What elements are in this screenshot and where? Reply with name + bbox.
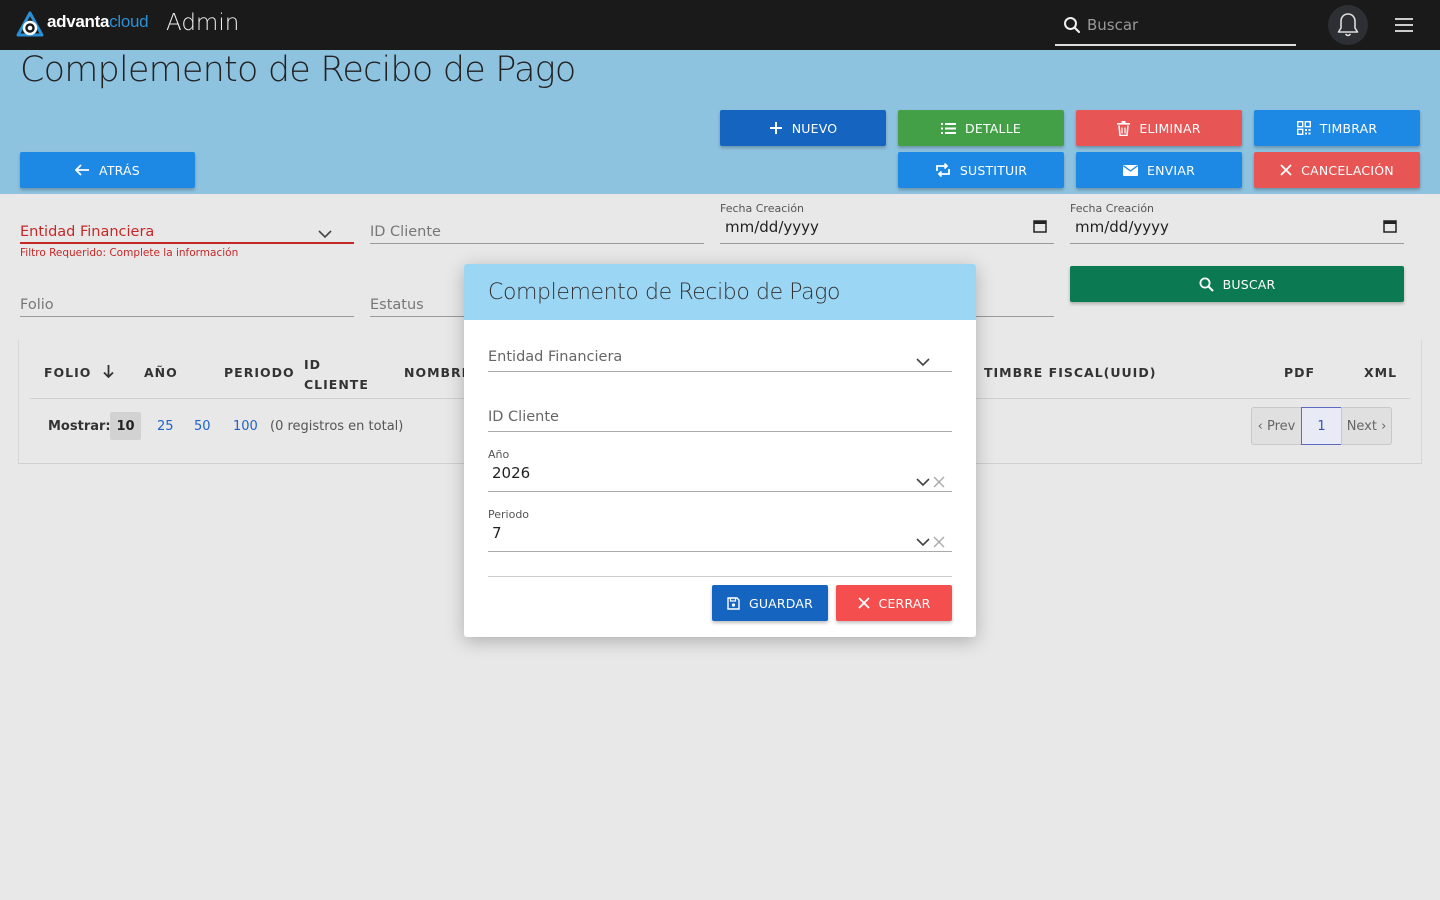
modal-anio-select[interactable]: Año 2026 bbox=[488, 448, 952, 492]
total-records-text: (0 registros en total) bbox=[270, 419, 404, 434]
guardar-button-label: GUARDAR bbox=[748, 595, 814, 611]
modal-anio-value: 2026 bbox=[492, 464, 531, 482]
qr-code-icon bbox=[1296, 121, 1311, 135]
global-search[interactable] bbox=[1055, 6, 1296, 46]
atras-button[interactable]: ATRÁS bbox=[20, 152, 195, 188]
id-cliente-field[interactable]: ID Cliente bbox=[370, 214, 704, 244]
enviar-button-label: ENVIAR bbox=[1147, 162, 1195, 178]
atras-button-label: ATRÁS bbox=[99, 162, 140, 178]
sort-arrow-down-icon bbox=[103, 365, 114, 379]
modal-periodo-value: 7 bbox=[492, 524, 502, 542]
list-icon bbox=[941, 122, 957, 134]
column-header-periodo[interactable]: PERIODO bbox=[224, 365, 295, 380]
cancelacion-button[interactable]: CANCELACIÓN bbox=[1254, 152, 1420, 188]
nuevo-button[interactable]: NUEVO bbox=[720, 110, 886, 146]
buscar-button[interactable]: BUSCAR bbox=[1070, 266, 1404, 302]
trash-icon bbox=[1117, 120, 1131, 136]
calendar-icon[interactable] bbox=[1033, 219, 1047, 233]
page-title: Complemento de Recibo de Pago bbox=[20, 50, 576, 90]
modal-title: Complemento de Recibo de Pago bbox=[488, 280, 841, 305]
envelope-icon bbox=[1123, 164, 1139, 176]
search-icon bbox=[1064, 17, 1081, 34]
eliminar-button[interactable]: ELIMINAR bbox=[1076, 110, 1242, 146]
timbrar-button[interactable]: TIMBRAR bbox=[1254, 110, 1420, 146]
mostrar-label: Mostrar: bbox=[48, 419, 111, 434]
bell-icon bbox=[1337, 13, 1359, 37]
sustituir-button[interactable]: SUSTITUIR bbox=[898, 152, 1064, 188]
fecha-creacion-start-input[interactable]: mm/dd/yyyy bbox=[720, 214, 1054, 244]
column-header-xml[interactable]: XML bbox=[1364, 365, 1397, 380]
page-size-25[interactable]: 25 bbox=[157, 419, 174, 434]
column-header-anio[interactable]: AÑO bbox=[144, 365, 178, 380]
pagination-next[interactable]: Next › bbox=[1341, 407, 1392, 445]
search-icon bbox=[1199, 277, 1214, 292]
timbrar-button-label: TIMBRAR bbox=[1319, 120, 1378, 136]
sustituir-button-label: SUSTITUIR bbox=[959, 162, 1028, 178]
column-header-pdf[interactable]: PDF bbox=[1284, 365, 1315, 380]
advantacloud-logo-icon[interactable] bbox=[15, 11, 45, 39]
page-size-50[interactable]: 50 bbox=[194, 419, 211, 434]
column-header-cliente[interactable]: CLIENTE bbox=[304, 377, 369, 392]
estatus-placeholder: Estatus bbox=[370, 297, 424, 313]
clear-icon[interactable] bbox=[933, 536, 945, 548]
modal-id-cliente-placeholder: ID Cliente bbox=[488, 409, 559, 425]
eliminar-button-label: ELIMINAR bbox=[1139, 120, 1201, 136]
cancelacion-button-label: CANCELACIÓN bbox=[1301, 162, 1394, 178]
close-icon bbox=[857, 597, 870, 609]
entidad-financiera-select[interactable]: Entidad Financiera bbox=[20, 214, 354, 244]
enviar-button[interactable]: ENVIAR bbox=[1076, 152, 1242, 188]
brand-logo-text[interactable]: advantacloud bbox=[47, 12, 149, 32]
pagination-page-1[interactable]: 1 bbox=[1301, 407, 1342, 445]
calendar-icon[interactable] bbox=[1383, 219, 1397, 233]
fecha-creacion-end-input[interactable]: mm/dd/yyyy bbox=[1070, 214, 1404, 244]
brand-name-part-2: cloud bbox=[109, 12, 149, 31]
hamburger-menu-icon bbox=[1395, 18, 1413, 32]
cerrar-button-label: CERRAR bbox=[878, 595, 931, 611]
notifications-button[interactable] bbox=[1328, 5, 1368, 45]
chevron-down-icon bbox=[916, 358, 930, 367]
fecha-creacion-start-value: mm/dd/yyyy bbox=[725, 218, 819, 236]
column-header-folio[interactable]: FOLIO bbox=[44, 365, 114, 380]
clear-icon[interactable] bbox=[933, 476, 945, 488]
guardar-button[interactable]: GUARDAR bbox=[712, 585, 828, 621]
complemento-modal: Complemento de Recibo de Pago Entidad Fi… bbox=[464, 264, 976, 637]
plus-icon bbox=[769, 122, 782, 134]
detalle-button-label: DETALLE bbox=[965, 120, 1021, 136]
folio-placeholder: Folio bbox=[20, 297, 54, 313]
detalle-button[interactable]: DETALLE bbox=[898, 110, 1064, 146]
modal-entidad-select[interactable]: Entidad Financiera bbox=[488, 348, 952, 372]
entidad-financiera-placeholder: Entidad Financiera bbox=[20, 224, 155, 240]
fecha-creacion-end-value: mm/dd/yyyy bbox=[1075, 218, 1169, 236]
column-header-id[interactable]: ID bbox=[304, 357, 321, 372]
buscar-button-label: BUSCAR bbox=[1222, 276, 1276, 292]
search-input[interactable] bbox=[1087, 14, 1287, 36]
section-title: Admin bbox=[166, 10, 240, 36]
nuevo-button-label: NUEVO bbox=[791, 120, 838, 136]
menu-button[interactable] bbox=[1393, 15, 1415, 35]
modal-id-cliente-field[interactable]: ID Cliente bbox=[488, 408, 952, 432]
page-size-10[interactable]: 10 bbox=[110, 412, 141, 440]
modal-footer-divider bbox=[488, 576, 952, 577]
column-header-folio-label: FOLIO bbox=[44, 365, 92, 380]
modal-anio-label: Año bbox=[488, 448, 510, 461]
folio-field[interactable]: Folio bbox=[20, 287, 354, 317]
arrow-left-icon bbox=[75, 164, 90, 176]
column-header-nombre[interactable]: NOMBRE bbox=[404, 365, 471, 380]
entidad-error-message: Filtro Requerido: Complete la informació… bbox=[20, 247, 239, 259]
chevron-down-icon bbox=[916, 478, 930, 487]
modal-periodo-label: Periodo bbox=[488, 508, 530, 521]
chevron-down-icon bbox=[916, 538, 930, 547]
swap-icon bbox=[935, 163, 950, 177]
close-icon bbox=[1280, 164, 1292, 176]
page-size-100[interactable]: 100 bbox=[233, 419, 258, 434]
pagination-prev[interactable]: ‹ Prev bbox=[1251, 407, 1302, 445]
save-icon bbox=[727, 596, 740, 610]
column-header-timbre-fiscal[interactable]: TIMBRE FISCAL(UUID) bbox=[984, 365, 1156, 380]
cerrar-button[interactable]: CERRAR bbox=[836, 585, 952, 621]
brand-name-part-1: advanta bbox=[47, 12, 110, 31]
modal-entidad-placeholder: Entidad Financiera bbox=[488, 349, 623, 365]
chevron-down-icon bbox=[318, 230, 332, 239]
modal-periodo-select[interactable]: Periodo 7 bbox=[488, 508, 952, 552]
id-cliente-placeholder: ID Cliente bbox=[370, 224, 441, 240]
